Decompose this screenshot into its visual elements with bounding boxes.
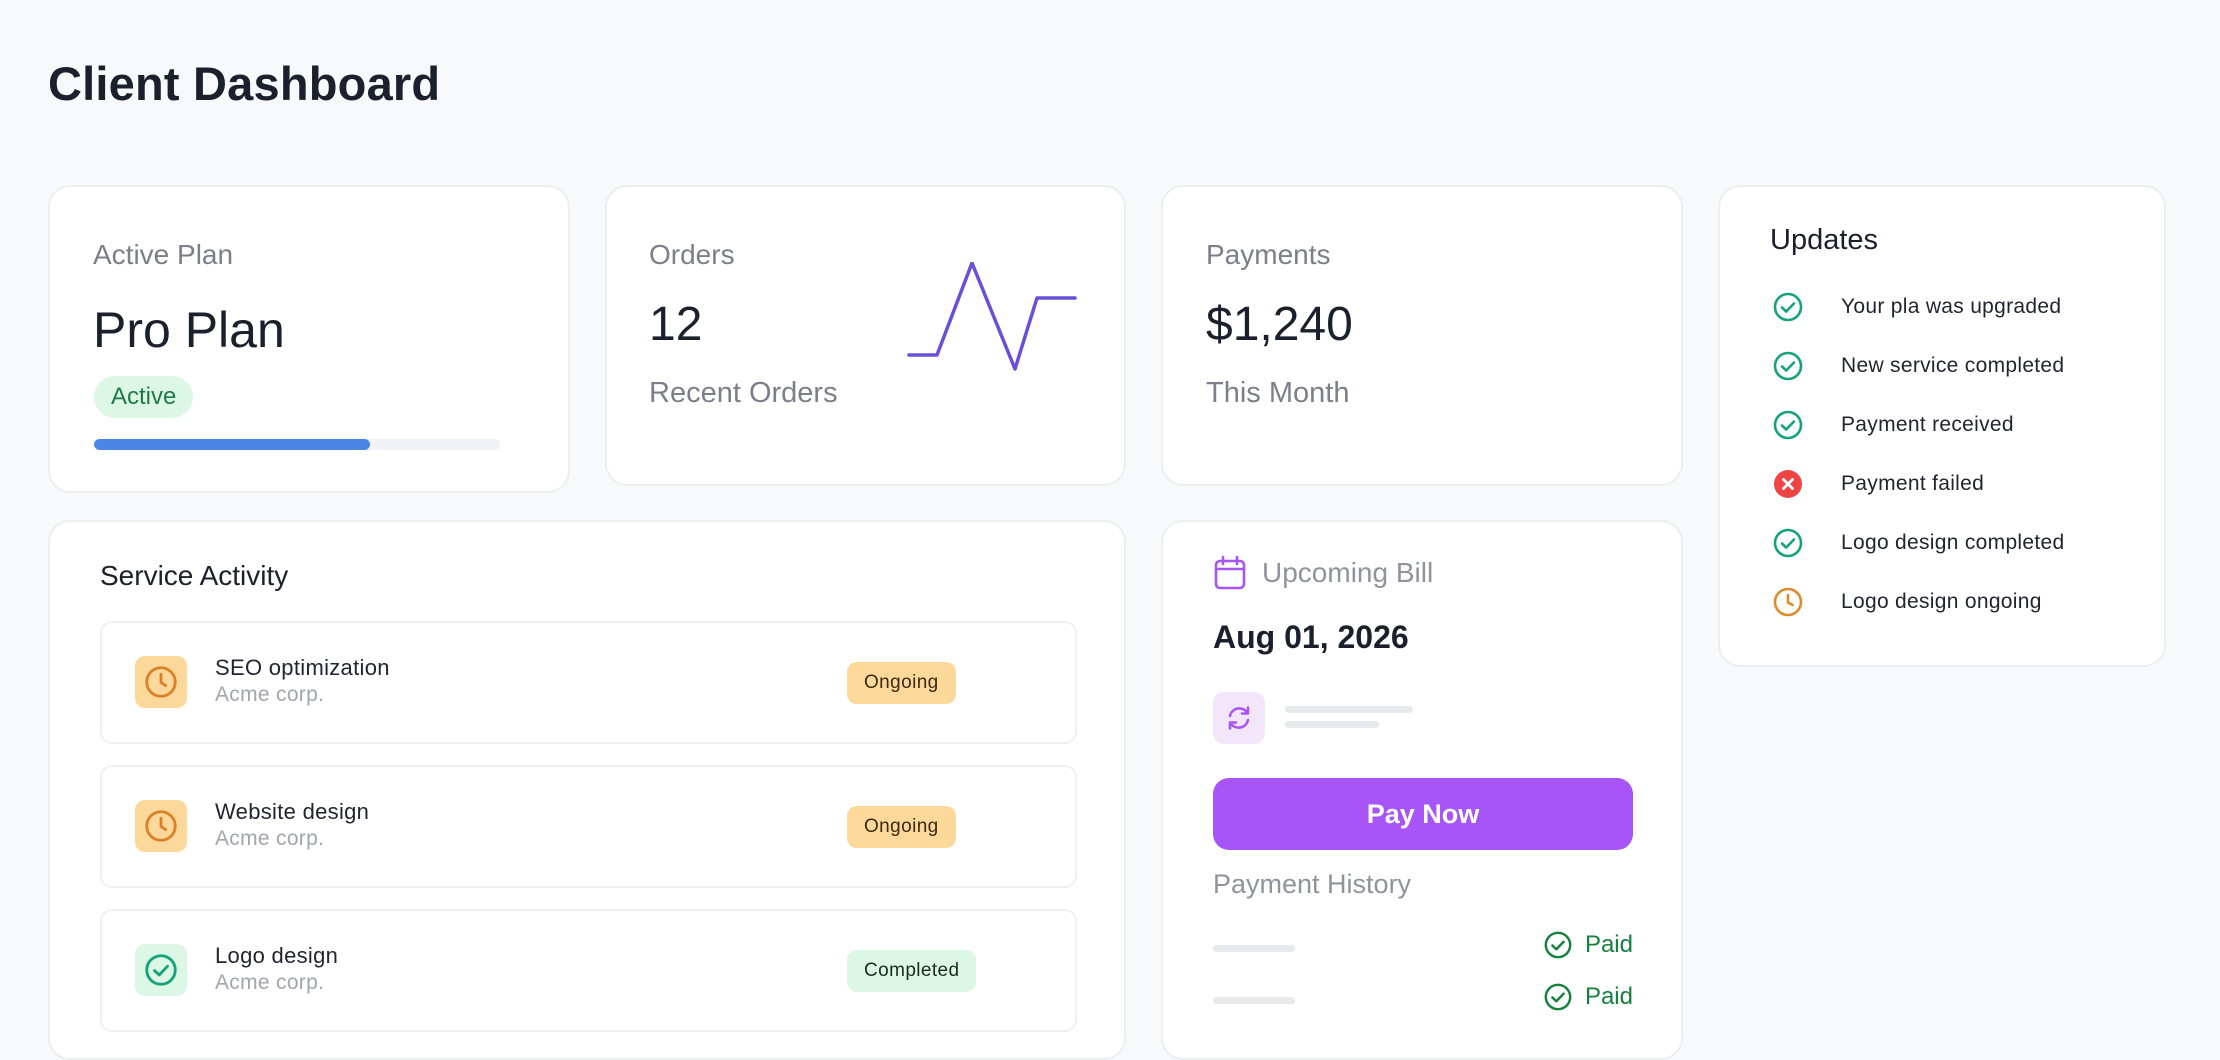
plan-progress-bar: [94, 439, 500, 450]
payment-history-row: Paid: [1213, 982, 1633, 1018]
refresh-icon: [1213, 692, 1265, 744]
orders-sparkline: [907, 262, 1077, 371]
check-circle-icon: [135, 944, 187, 996]
bill-due-date: Aug 01, 2026: [1213, 619, 1409, 655]
payments-card: Payments $1,240 This Month: [1161, 185, 1683, 486]
clock-icon: [1770, 584, 1806, 620]
service-activity-card: Service Activity SEO optimization Acme c…: [48, 520, 1126, 1060]
page-title: Client Dashboard: [48, 57, 441, 110]
orders-card: Orders 12 Recent Orders: [605, 185, 1126, 486]
update-item: Payment failed: [1770, 464, 1984, 504]
service-client: Acme corp.: [215, 683, 325, 706]
update-text: Your pla was upgraded: [1841, 295, 2062, 318]
check-circle-icon: [1770, 407, 1806, 443]
upcoming-bill-card: Upcoming Bill Aug 01, 2026 Pay Now Payme…: [1161, 520, 1683, 1060]
x-circle-icon: [1770, 466, 1806, 502]
payments-sub-label: This Month: [1206, 377, 1350, 409]
update-text: Logo design completed: [1841, 531, 2065, 554]
paid-status: Paid: [1543, 930, 1633, 960]
update-item: Logo design ongoing: [1770, 582, 2042, 622]
placeholder-line: [1213, 997, 1295, 1004]
clock-icon: [135, 656, 187, 708]
update-text: Payment received: [1841, 413, 2014, 436]
service-activity-title: Service Activity: [100, 560, 289, 591]
plan-status-badge: Active: [94, 376, 194, 418]
plan-progress-fill: [94, 439, 371, 450]
paid-status: Paid: [1543, 982, 1633, 1012]
clock-icon: [135, 800, 187, 852]
orders-label: Orders: [649, 239, 735, 270]
payments-label: Payments: [1206, 239, 1331, 270]
payments-amount: $1,240: [1206, 298, 1353, 351]
payment-history-title: Payment History: [1213, 869, 1412, 899]
update-item: New service completed: [1770, 346, 2064, 386]
updates-title: Updates: [1770, 224, 1879, 256]
service-client: Acme corp.: [215, 971, 325, 994]
placeholder-line: [1285, 706, 1413, 713]
placeholder-line: [1285, 721, 1379, 728]
paid-label: Paid: [1584, 983, 1633, 1010]
service-status-badge: Ongoing: [847, 806, 956, 848]
placeholder-line: [1213, 945, 1295, 952]
check-circle-icon: [1770, 289, 1806, 325]
orders-sparkline-path: [907, 262, 1077, 371]
upcoming-bill-label: Upcoming Bill: [1262, 557, 1434, 588]
updates-card: Updates Your pla was upgraded New servic…: [1718, 185, 2166, 667]
service-row[interactable]: Website design Acme corp. Ongoing: [100, 765, 1077, 888]
check-circle-icon: [1543, 930, 1573, 960]
check-circle-icon: [1543, 982, 1573, 1012]
orders-sub-label: Recent Orders: [649, 377, 838, 409]
check-circle-icon: [1770, 525, 1806, 561]
update-text: Logo design ongoing: [1841, 590, 2042, 613]
update-text: New service completed: [1841, 354, 2065, 377]
calendar-icon: [1214, 555, 1246, 590]
service-status-badge: Ongoing: [847, 662, 956, 704]
paid-label: Paid: [1584, 931, 1633, 958]
update-item: Logo design completed: [1770, 523, 2064, 563]
update-text: Payment failed: [1841, 472, 1985, 495]
active-plan-card: Active Plan Pro Plan Active: [48, 185, 570, 493]
service-row[interactable]: SEO optimization Acme corp. Ongoing: [100, 621, 1077, 744]
pay-now-button[interactable]: Pay Now: [1213, 778, 1633, 850]
service-name: Website design: [215, 799, 370, 824]
service-row[interactable]: Logo design Acme corp. Completed: [100, 909, 1077, 1032]
service-status-badge: Completed: [847, 950, 977, 992]
plan-name: Pro Plan: [93, 302, 285, 358]
orders-count: 12: [649, 298, 703, 351]
service-client: Acme corp.: [215, 827, 325, 850]
check-circle-icon: [1770, 348, 1806, 384]
active-plan-label: Active Plan: [93, 239, 234, 270]
update-item: Payment received: [1770, 405, 2014, 445]
service-name: SEO optimization: [215, 655, 390, 680]
service-name: Logo design: [215, 943, 339, 968]
update-item: Your pla was upgraded: [1770, 287, 2061, 327]
payment-history-row: Paid: [1213, 930, 1633, 966]
